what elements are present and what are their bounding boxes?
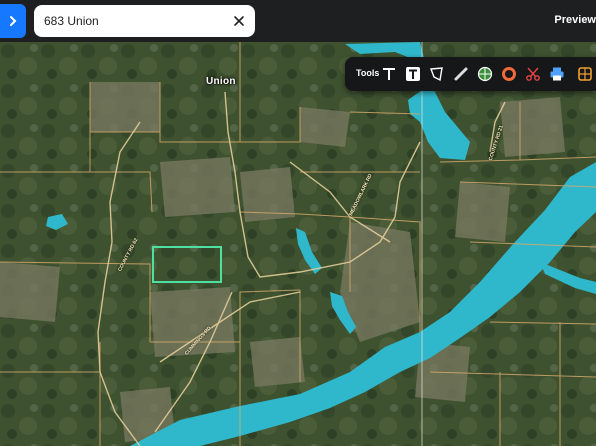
tools-toolbar: Tools (345, 57, 596, 91)
layers-icon (578, 67, 592, 81)
print-button[interactable] (547, 63, 567, 85)
search-box (34, 5, 255, 37)
line-tool-button[interactable] (451, 63, 471, 85)
text-tool-icon (383, 68, 395, 80)
preview-button[interactable]: Preview (554, 14, 596, 26)
close-icon[interactable] (231, 13, 247, 29)
text-tool-button[interactable] (379, 63, 399, 85)
satellite-map[interactable] (0, 42, 596, 446)
top-bar: Preview (0, 0, 596, 42)
text-box-tool-icon (406, 67, 420, 81)
polygon-tool-icon (430, 67, 443, 82)
print-icon (550, 67, 564, 81)
tools-label: Tools (356, 68, 380, 78)
line-tool-icon (454, 67, 468, 81)
text-box-tool-button[interactable] (403, 63, 423, 85)
search-input[interactable] (44, 5, 224, 37)
globe-layer-button[interactable] (475, 63, 495, 85)
polygon-tool-button[interactable] (427, 63, 447, 85)
globe-layer-icon (477, 66, 493, 82)
layers-button[interactable] (575, 63, 595, 85)
circle-tool-icon (502, 67, 516, 81)
scissors-tool-button[interactable] (523, 63, 543, 85)
place-label-union: Union (206, 76, 236, 87)
circle-tool-button[interactable] (499, 63, 519, 85)
scissors-tool-icon (526, 67, 540, 81)
expand-panel-button[interactable] (0, 4, 26, 38)
chevron-right-icon (10, 16, 17, 26)
